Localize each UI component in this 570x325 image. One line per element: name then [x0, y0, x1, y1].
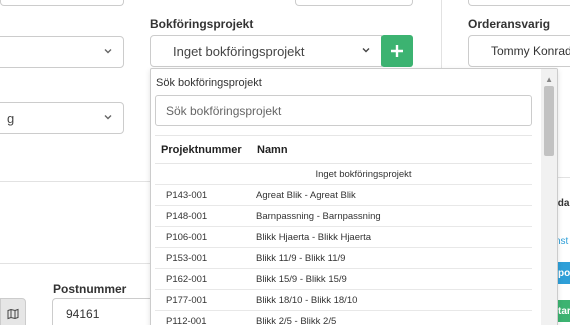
project-name: Barnpassning - Barnpassning [256, 210, 381, 222]
table-row[interactable]: P143-001 Agreat Blik - Agreat Blik [155, 185, 532, 206]
map-button[interactable] [0, 298, 26, 325]
project-name: Blikk 2/5 - Blikk 2/5 [256, 315, 337, 325]
postnummer-input[interactable]: 94161 [52, 298, 162, 325]
project-number: P153-001 [166, 252, 208, 264]
right-button-1-label: po [558, 267, 570, 279]
dropdown-scrollbar[interactable]: ▲ [541, 69, 557, 325]
field-top-right [468, 0, 570, 6]
postnummer-value: 94161 [66, 307, 100, 321]
dropdown-search-input[interactable]: Sök bokföringsprojekt [155, 95, 532, 126]
table-header: Projektnummer Namn [155, 135, 532, 164]
project-number: P143-001 [166, 189, 208, 201]
postnummer-label: Postnummer [53, 282, 127, 296]
project-table: Projektnummer Namn Inget bokföringsproje… [155, 135, 532, 325]
column-header-projektnummer: Projektnummer [161, 143, 242, 156]
column-header-namn: Namn [257, 143, 288, 156]
table-row-none[interactable]: Inget bokföringsprojekt [155, 164, 532, 185]
plus-icon [391, 45, 403, 57]
project-number: P177-001 [166, 294, 208, 306]
project-number: P106-001 [166, 231, 208, 243]
table-row[interactable]: P162-001 Blikk 15/9 - Blikk 15/9 [155, 269, 532, 290]
bokforingsprojekt-select[interactable]: Inget bokföringsprojekt [150, 35, 382, 67]
map-icon [7, 308, 19, 320]
orderansvarig-label: Orderansvarig [468, 17, 551, 31]
chevron-down-icon [103, 112, 113, 122]
project-name: Blikk 11/9 - Blikk 11/9 [256, 252, 346, 264]
section-divider-left [0, 181, 152, 182]
right-button-2-label: tar [558, 305, 570, 317]
orderansvarig-value: Tommy Konrad [491, 44, 570, 58]
project-number: P112-001 [166, 315, 207, 325]
none-option-label: Inget bokföringsprojekt [315, 168, 412, 180]
project-name: Blikk 18/10 - Blikk 18/10 [256, 294, 358, 306]
bokforingsprojekt-dropdown: Sök bokföringsprojekt Sök bokföringsproj… [150, 68, 558, 325]
scrollbar-thumb[interactable] [544, 86, 554, 156]
project-number: P148-001 [166, 210, 208, 222]
bokforingsprojekt-value: Inget bokföringsprojekt [173, 43, 305, 59]
left-select-1[interactable] [0, 36, 124, 68]
table-row[interactable]: P148-001 Barnpassning - Barnpassning [155, 206, 532, 227]
dropdown-search-placeholder: Sök bokföringsprojekt [166, 103, 282, 118]
bokforingsprojekt-label: Bokföringsprojekt [150, 17, 254, 31]
left-select-2[interactable]: g [0, 102, 124, 134]
chevron-down-icon [361, 45, 371, 55]
section-divider-left-2 [0, 263, 152, 264]
table-row[interactable]: P112-001 Blikk 2/5 - Blikk 2/5 [155, 311, 532, 325]
project-name: Agreat Blik - Agreat Blik [256, 189, 356, 201]
table-row[interactable]: P106-001 Blikk Hjaerta - Blikk Hjaerta [155, 227, 532, 248]
table-row[interactable]: P153-001 Blikk 11/9 - Blikk 11/9 [155, 248, 532, 269]
add-project-button[interactable] [381, 35, 413, 67]
scroll-up-arrow-icon[interactable]: ▲ [545, 75, 553, 84]
field-top-middle [295, 0, 413, 6]
project-number: P162-001 [166, 273, 208, 285]
project-name: Blikk Hjaerta - Blikk Hjaerta [256, 231, 372, 243]
field-top-left [0, 0, 124, 6]
orderansvarig-select[interactable]: Tommy Konrad [468, 35, 570, 67]
chevron-down-icon [103, 46, 113, 56]
project-name: Blikk 15/9 - Blikk 15/9 [256, 273, 347, 285]
dropdown-search-label: Sök bokföringsprojekt [156, 77, 262, 89]
table-row[interactable]: P177-001 Blikk 18/10 - Blikk 18/10 [155, 290, 532, 311]
left-select-2-value: g [7, 110, 15, 126]
